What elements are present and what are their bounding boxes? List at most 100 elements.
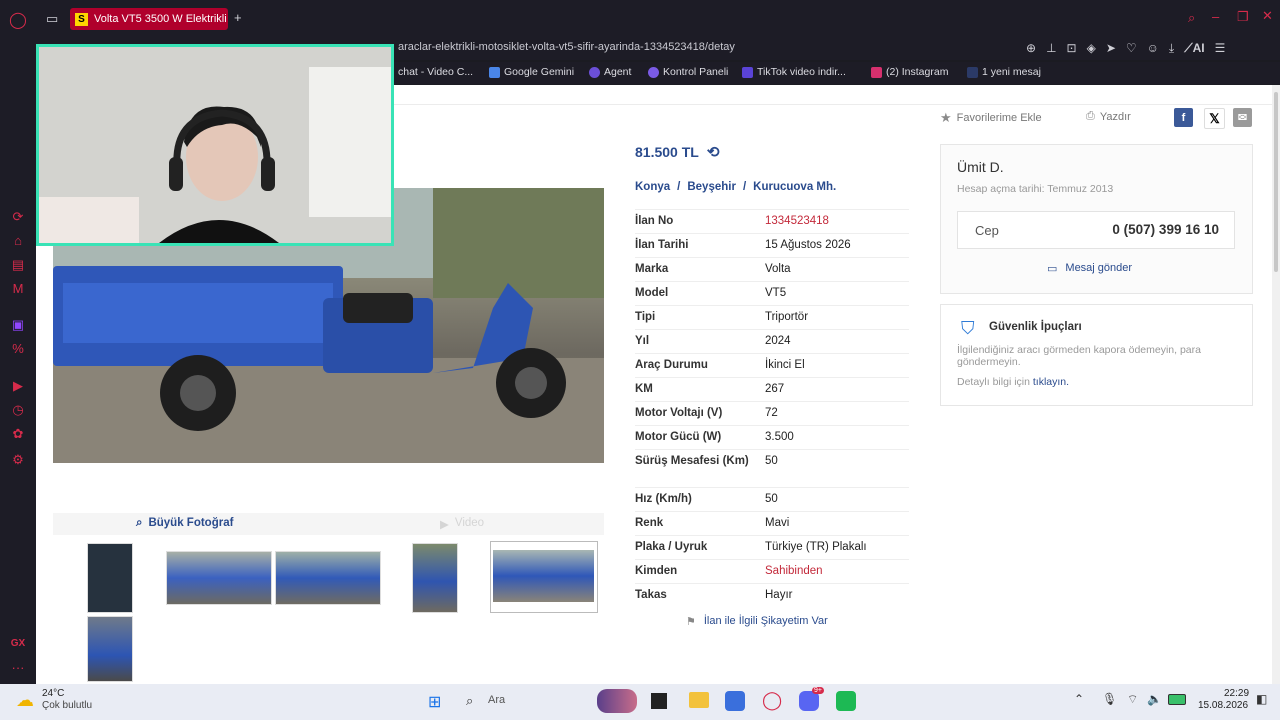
games-sidebar-icon[interactable]: ▤ bbox=[10, 257, 26, 273]
green-app-icon[interactable] bbox=[836, 691, 856, 711]
bookmark-instagram[interactable]: (2) Instagram bbox=[871, 66, 948, 78]
notification-icon[interactable]: ◧ bbox=[1256, 692, 1267, 706]
battery-icon[interactable] bbox=[1168, 694, 1186, 705]
thumbnail-5-selected[interactable] bbox=[490, 541, 598, 613]
percent-sidebar-icon[interactable]: % bbox=[10, 341, 26, 356]
taskbar-search-icon[interactable]: ⌕ bbox=[466, 693, 473, 709]
store-app-icon[interactable] bbox=[725, 691, 745, 711]
tray-chevron-icon[interactable]: ⌃ bbox=[1074, 692, 1084, 706]
play-sidebar-icon[interactable]: ▶ bbox=[10, 378, 26, 394]
menu-icon[interactable]: ☰ bbox=[1215, 41, 1226, 56]
bookmark-agent[interactable]: Agent bbox=[589, 66, 631, 78]
snapshot-icon[interactable]: ⊡ bbox=[1067, 41, 1077, 56]
print-label: Yazdır bbox=[1099, 110, 1131, 123]
video-tab[interactable]: ▶ Video bbox=[440, 517, 484, 531]
zoom-icon[interactable]: ⊕ bbox=[1026, 41, 1036, 56]
bookmark-mesaj[interactable]: 1 yeni mesaj bbox=[967, 66, 1041, 78]
listing-details-table: İlan No 1334523418 İlan Tarihi 15 Ağustos 2… bbox=[635, 209, 909, 607]
detail-value: 2024 bbox=[765, 335, 791, 347]
thumbnail-3[interactable] bbox=[275, 551, 381, 605]
complaint-link[interactable]: ⚑ İlan ile İlgili Şikayetim Var bbox=[686, 615, 828, 628]
facebook-share-icon[interactable]: f bbox=[1174, 108, 1193, 127]
gx-icon[interactable]: GX bbox=[10, 638, 26, 649]
twitch-sidebar-icon[interactable]: ▣ bbox=[10, 317, 26, 333]
thumbnail-2[interactable] bbox=[166, 551, 272, 605]
windows-start-icon[interactable]: ⊞ bbox=[428, 692, 441, 712]
more-sidebar-icon[interactable]: ··· bbox=[10, 660, 26, 675]
download-icon[interactable]: ⤓ bbox=[1169, 41, 1174, 56]
discord-taskbar-icon[interactable] bbox=[799, 691, 819, 711]
detail-row: Renk Mavi bbox=[635, 511, 909, 535]
widgets-icon[interactable] bbox=[597, 689, 637, 713]
send-message-button[interactable]: ▭ Mesaj gönder bbox=[1047, 262, 1132, 275]
detail-value[interactable]: Sahibinden bbox=[765, 565, 909, 583]
detail-value: Türkiye (TR) Plakalı bbox=[765, 541, 867, 553]
bookmark-kontrol-paneli[interactable]: Kontrol Paneli bbox=[648, 66, 728, 78]
bookmark-tiktok[interactable]: TikTok video indir... bbox=[742, 66, 846, 78]
mail-sidebar-icon[interactable]: M bbox=[10, 281, 26, 296]
detail-row: Sürüş Mesafesi (Km) 50 bbox=[635, 449, 909, 487]
microphone-icon[interactable]: 🎙 bbox=[1102, 692, 1117, 706]
webcam-person-image bbox=[39, 47, 391, 243]
profile-icon[interactable]: ☺ bbox=[1147, 41, 1159, 56]
price: 81.500 TL ⟲ bbox=[635, 143, 719, 161]
taskbar-search-label[interactable]: Ara bbox=[488, 694, 505, 706]
heart-icon[interactable]: ♡ bbox=[1126, 41, 1137, 56]
opera-logo-icon[interactable]: ◯ bbox=[9, 10, 27, 30]
thumbnail-1[interactable] bbox=[87, 543, 133, 613]
phone-number[interactable]: 0 (507) 399 16 10 bbox=[1112, 222, 1219, 237]
file-explorer-icon[interactable] bbox=[689, 692, 709, 708]
location-city[interactable]: Konya bbox=[635, 181, 670, 193]
big-photo-tab[interactable]: ⌕ Büyük Fotoğraf bbox=[136, 517, 233, 530]
weather-icon[interactable]: ☁ bbox=[16, 690, 34, 711]
price-history-icon[interactable]: ⟲ bbox=[707, 143, 720, 161]
clock-date[interactable]: 15.08.2026 bbox=[1198, 700, 1248, 711]
x-share-icon[interactable]: 𝕏 bbox=[1204, 108, 1225, 129]
safety-more-link[interactable]: tıklayın. bbox=[1033, 376, 1069, 388]
history-sidebar-icon[interactable]: ◷ bbox=[10, 402, 26, 418]
url-text[interactable]: araclar-elektrikli-motosiklet-volta-vt5-… bbox=[398, 41, 735, 53]
terminal-app-icon[interactable] bbox=[651, 693, 667, 709]
home-sidebar-icon[interactable]: ⌂ bbox=[10, 233, 26, 248]
maximize-icon[interactable]: ❐ bbox=[1237, 9, 1249, 25]
pin-icon[interactable]: ⊥ bbox=[1046, 41, 1056, 56]
location-neighborhood[interactable]: Kurucuova Mh. bbox=[753, 181, 836, 193]
search-icon[interactable]: ⌕ bbox=[1188, 10, 1195, 26]
bookmark-gemini[interactable]: Google Gemini bbox=[489, 66, 574, 78]
detail-label: İlan No bbox=[635, 215, 674, 227]
tab-workspace-icon[interactable]: ▭ bbox=[46, 11, 58, 27]
ai-button[interactable]: ⟋AI bbox=[1184, 41, 1204, 56]
wifi-icon[interactable]: ⌔ bbox=[1127, 692, 1138, 707]
weather-desc[interactable]: Çok bulutlu bbox=[42, 700, 92, 711]
favorite-button[interactable]: ★ Favorilerime Ekle bbox=[940, 110, 1042, 126]
location-district[interactable]: Beyşehir bbox=[687, 181, 736, 193]
shield-icon: ⛉ bbox=[961, 318, 975, 338]
safety-text: İlgilendiğiniz aracı görmeden kapora öde… bbox=[957, 344, 1201, 368]
thumbnail-4[interactable] bbox=[412, 543, 458, 613]
big-photo-label: Büyük Fotoğraf bbox=[148, 517, 234, 529]
email-share-icon[interactable]: ✉ bbox=[1233, 108, 1252, 127]
weather-temp[interactable]: 24°C bbox=[42, 688, 64, 699]
bookmark-chat[interactable]: chat - Video C... bbox=[398, 66, 473, 78]
browser-tab[interactable]: S Volta VT5 3500 W Elektrikli bbox=[70, 8, 228, 30]
refresh-sidebar-icon[interactable]: ⟳ bbox=[10, 209, 26, 225]
clock-time[interactable]: 22:29 bbox=[1224, 688, 1249, 699]
detail-value[interactable]: 1334523418 bbox=[765, 215, 909, 233]
tiktok-icon bbox=[742, 66, 753, 78]
send-icon[interactable]: ➤ bbox=[1106, 41, 1116, 56]
scrollbar-thumb[interactable] bbox=[1274, 92, 1278, 272]
shield-icon[interactable]: ◈ bbox=[1087, 41, 1096, 56]
minimize-icon[interactable]: – bbox=[1212, 9, 1219, 24]
opera-taskbar-icon[interactable]: ◯ bbox=[762, 690, 782, 711]
close-icon[interactable]: ✕ bbox=[1262, 8, 1273, 24]
settings-sidebar-icon[interactable]: ⚙ bbox=[10, 452, 26, 468]
tab-favicon: S bbox=[75, 12, 88, 26]
complaint-label: İlan ile İlgili Şikayetim Var bbox=[703, 615, 828, 627]
new-tab-button[interactable]: + bbox=[234, 10, 242, 25]
volume-icon[interactable]: 🔈 bbox=[1147, 692, 1162, 706]
thumbnail-6[interactable] bbox=[87, 616, 133, 682]
seller-name[interactable]: Ümit D. bbox=[957, 159, 1004, 175]
print-button[interactable]: ⎙ Yazdır bbox=[1086, 110, 1131, 123]
extensions-sidebar-icon[interactable]: ✿ bbox=[10, 426, 26, 442]
phone-box[interactable]: Cep 0 (507) 399 16 10 bbox=[957, 211, 1235, 249]
